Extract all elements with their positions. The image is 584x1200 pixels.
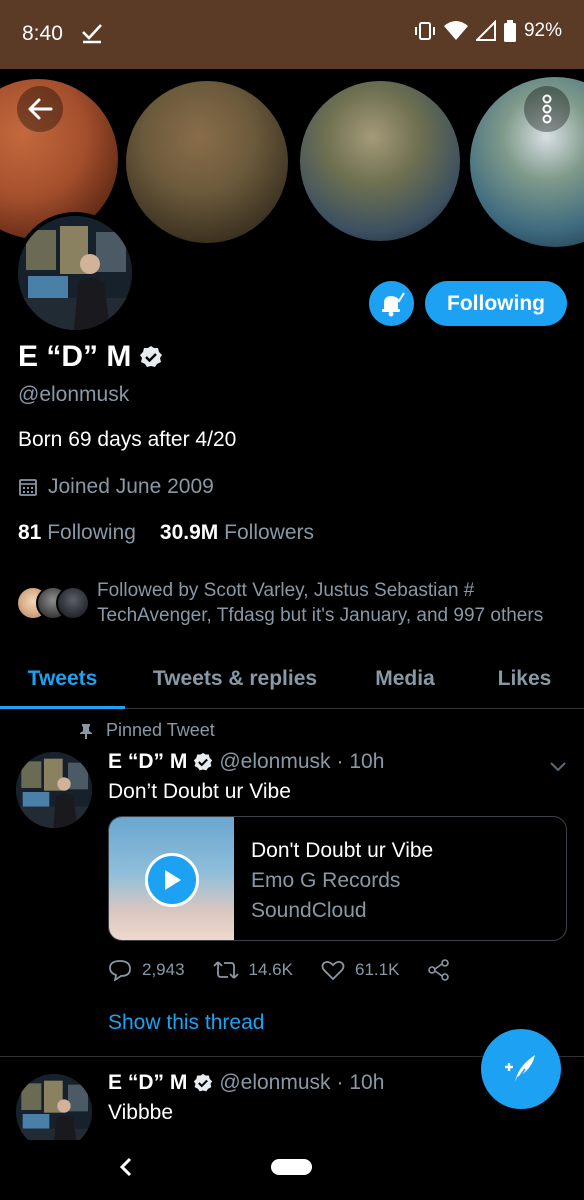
bell-icon <box>381 291 405 316</box>
heart-icon <box>321 960 345 981</box>
tab-tweets[interactable]: Tweets <box>0 650 125 709</box>
card-title: Don't Doubt ur Vibe <box>251 839 434 862</box>
back-button[interactable] <box>17 86 63 132</box>
notifications-bell-button[interactable] <box>369 281 414 326</box>
play-icon <box>165 870 181 890</box>
compose-tweet-button[interactable] <box>481 1029 561 1109</box>
tweet-actions: 2,943 14.6K 61.1K <box>108 955 508 985</box>
mini-avatar <box>56 586 90 620</box>
pinned-text: Pinned Tweet <box>106 720 215 740</box>
following-label: Following <box>47 521 136 544</box>
card-source: SoundCloud <box>251 899 367 922</box>
verified-badge-icon <box>194 752 213 771</box>
battery-percent: 92% <box>523 20 562 41</box>
profile-bio: Born 69 days after 4/20 <box>18 428 237 451</box>
avatar-image <box>16 1074 92 1150</box>
nav-home-pill[interactable] <box>271 1159 312 1175</box>
tweet-header: E “D” M @elonmusk · 10h <box>108 750 384 774</box>
profile-name: E “D” M <box>18 340 163 374</box>
followed-by[interactable]: Followed by Scott Varley, Justus Sebasti… <box>16 578 576 632</box>
signal-icon <box>475 20 496 41</box>
system-nav-bar <box>0 1140 584 1200</box>
tweet-text: Vibbbe <box>108 1101 174 1124</box>
more-vertical-icon <box>542 94 552 124</box>
play-button[interactable] <box>145 853 199 907</box>
retweet-count: 14.6K <box>248 960 293 979</box>
followed-by-text: Followed by Scott Varley, Justus Sebasti… <box>97 580 544 626</box>
avatar-image <box>18 216 132 330</box>
followers-count-link[interactable]: 30.9M Followers <box>160 521 314 545</box>
reply-count: 2,943 <box>142 960 185 979</box>
calendar-icon <box>19 479 37 496</box>
tweet-time: · 10h <box>336 750 385 773</box>
retweet-icon <box>212 961 239 979</box>
tweet-author-handle[interactable]: @elonmusk <box>219 750 330 774</box>
followers-count: 30.9M <box>159 521 219 544</box>
card-thumbnail <box>109 817 234 940</box>
status-bar: 8:40 92% <box>0 0 584 69</box>
planet-terraform-1 <box>126 81 288 243</box>
vibrate-icon <box>414 22 435 40</box>
tweet-avatar[interactable] <box>16 1074 92 1150</box>
share-icon <box>428 959 450 981</box>
tweet-time: · 10h <box>336 1071 385 1094</box>
share-button[interactable] <box>427 959 451 981</box>
link-card[interactable]: Don't Doubt ur Vibe Emo G Records SoundC… <box>108 816 567 941</box>
retweet-button[interactable]: 14.6K <box>212 959 293 981</box>
verified-badge-icon <box>140 346 163 367</box>
profile-tabs: Tweets Tweets & replies Media Likes <box>0 650 584 709</box>
wifi-icon <box>443 21 468 40</box>
joined-text: Joined June 2009 <box>48 475 214 498</box>
battery-icon <box>503 20 516 42</box>
following-button[interactable]: Following <box>425 281 567 326</box>
reply-button[interactable]: 2,943 <box>108 959 185 981</box>
pin-icon <box>80 723 92 739</box>
compose-feather-icon <box>505 1055 535 1084</box>
check-icon <box>82 24 102 44</box>
display-name: E “D” M <box>18 340 132 373</box>
tweet-avatar[interactable] <box>16 752 92 828</box>
following-count-link[interactable]: 81 Following <box>18 521 136 545</box>
pinned-label: Pinned Tweet <box>80 720 215 741</box>
chevron-down-icon[interactable] <box>548 756 568 776</box>
tweet-author-name[interactable]: E “D” M <box>108 750 187 774</box>
tab-media[interactable]: Media <box>345 650 465 708</box>
status-time: 8:40 <box>22 22 63 45</box>
nav-back-icon[interactable] <box>116 1155 136 1179</box>
profile-joined: Joined June 2009 <box>18 475 214 499</box>
arrow-left-icon <box>28 98 53 120</box>
profile-handle: @elonmusk <box>18 383 130 406</box>
status-icons: 92% <box>414 20 562 42</box>
profile-avatar[interactable] <box>14 212 136 334</box>
show-thread-link[interactable]: Show this thread <box>108 1011 264 1035</box>
card-subtitle: Emo G Records <box>251 869 401 892</box>
tab-likes[interactable]: Likes <box>465 650 584 708</box>
following-count: 81 <box>18 521 42 544</box>
verified-badge-icon <box>194 1073 213 1092</box>
followed-by-avatars <box>16 586 96 622</box>
tab-tweets-replies[interactable]: Tweets & replies <box>125 650 345 708</box>
followers-label: Followers <box>224 521 314 544</box>
tweet-author-name[interactable]: E “D” M <box>108 1071 187 1095</box>
avatar-image <box>16 752 92 828</box>
reply-icon <box>109 960 131 981</box>
tweet-author-handle[interactable]: @elonmusk <box>219 1071 330 1095</box>
tweet-header: E “D” M @elonmusk · 10h <box>108 1071 384 1095</box>
follow-counts: 81 Following 30.9M Followers <box>18 521 314 545</box>
like-count: 61.1K <box>354 960 400 979</box>
planet-terraform-2 <box>300 81 460 241</box>
tweet-text: Don’t Doubt ur Vibe <box>108 780 291 803</box>
like-button[interactable]: 61.1K <box>321 959 399 981</box>
more-options-button[interactable] <box>524 86 570 132</box>
